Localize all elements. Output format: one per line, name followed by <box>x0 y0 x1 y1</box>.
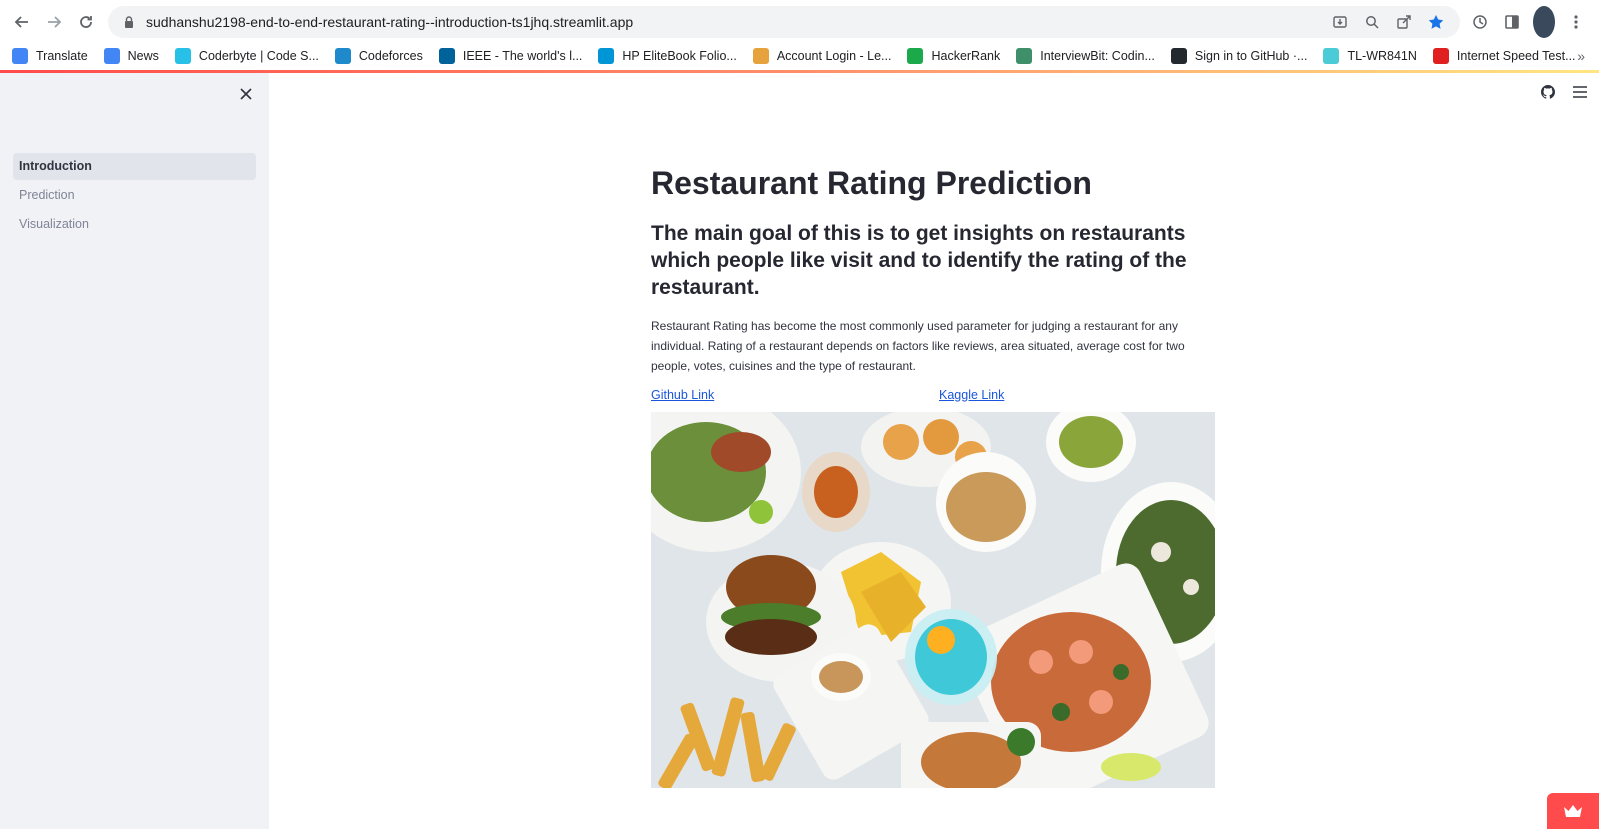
bookmark-label: Coderbyte | Code S... <box>198 49 319 63</box>
bookmark-item[interactable]: Translate <box>12 48 88 64</box>
zoom-icon[interactable] <box>1360 10 1384 34</box>
avatar[interactable] <box>1533 6 1555 38</box>
bookmark-label: Sign in to GitHub ·... <box>1194 49 1308 63</box>
back-arrow-icon[interactable] <box>6 6 38 38</box>
bookmark-item[interactable]: Account Login - Le... <box>752 48 892 64</box>
bookmark-item[interactable]: HP EliteBook Folio... <box>598 48 737 64</box>
bookmark-label: News <box>127 49 159 63</box>
bookmark-label: InterviewBit: Codin... <box>1040 49 1155 63</box>
sidebar: Introduction Prediction Visualization <box>0 73 269 829</box>
bookmark-item[interactable]: HackerRank <box>907 48 1000 64</box>
install-icon[interactable] <box>1328 10 1352 34</box>
bookmark-item[interactable]: News <box>103 48 159 64</box>
bookmark-item[interactable]: Coderbyte | Code S... <box>174 48 319 64</box>
sidebar-nav: Introduction Prediction Visualization <box>13 153 256 240</box>
forward-arrow-icon[interactable] <box>38 6 70 38</box>
bookmark-label: Internet Speed Test... <box>1456 49 1576 63</box>
bookmarks-bar: Translate News Coderbyte | Code S... Codefo… <box>0 42 1599 70</box>
bookmark-item[interactable]: IEEE - The world's l... <box>438 48 583 64</box>
bookmark-item[interactable]: Sign in to GitHub ·... <box>1170 48 1308 64</box>
bookmark-item[interactable]: InterviewBit: Codin... <box>1016 48 1155 64</box>
browser-toolbar: sudhanshu2198-end-to-end-restaurant-rati… <box>0 0 1599 44</box>
main-content: Restaurant Rating Prediction The main go… <box>269 73 1599 829</box>
bookmark-label: IEEE - The world's l... <box>462 49 583 63</box>
page-title: Restaurant Rating Prediction <box>651 165 1092 201</box>
bookmark-favicon-icon <box>334 48 351 64</box>
github-link[interactable]: Github Link <box>651 388 939 402</box>
share-icon[interactable] <box>1392 10 1416 34</box>
bookmark-label: TL-WR841N <box>1347 49 1417 63</box>
bookmark-favicon-icon <box>1323 48 1340 64</box>
bookmark-item[interactable]: Internet Speed Test... <box>1432 48 1576 64</box>
links-row: Github Link Kaggle Link <box>651 388 1216 402</box>
bookmark-item[interactable]: TL-WR841N <box>1323 48 1417 64</box>
bookmark-label: HackerRank <box>931 49 1001 63</box>
bookmark-label: Translate <box>36 49 88 63</box>
food-hero-image <box>651 411 1215 788</box>
kaggle-link[interactable]: Kaggle Link <box>939 388 1004 402</box>
github-icon[interactable] <box>1539 83 1557 101</box>
more-vert-icon[interactable] <box>1565 6 1587 38</box>
streamlit-crown-icon[interactable] <box>1547 793 1599 829</box>
bookmark-label: HP EliteBook Folio... <box>622 49 737 63</box>
bookmark-favicon-icon <box>1016 48 1033 64</box>
bookmark-star-icon[interactable] <box>1424 10 1448 34</box>
page-description: Restaurant Rating has become the most co… <box>651 318 1185 373</box>
bookmark-favicon-icon <box>752 48 769 64</box>
bookmark-favicon-icon <box>1170 48 1187 64</box>
bookmarks-overflow-icon[interactable]: » <box>1577 48 1585 64</box>
bookmark-label: Codeforces <box>358 49 423 63</box>
bookmark-item[interactable]: Codeforces <box>334 48 423 64</box>
bookmark-favicon-icon <box>907 48 924 64</box>
address-bar[interactable]: sudhanshu2198-end-to-end-restaurant-rati… <box>108 6 1460 38</box>
extensions-icon[interactable] <box>1469 6 1491 38</box>
bookmark-favicon-icon <box>1432 48 1449 64</box>
sidebar-item-prediction[interactable]: Prediction <box>13 182 256 209</box>
bookmark-favicon-icon <box>438 48 455 64</box>
page-subtitle: The main goal of this is to get insights… <box>651 222 1187 299</box>
bookmark-label: Account Login - Le... <box>776 49 892 63</box>
sidebar-item-introduction[interactable]: Introduction <box>13 153 256 180</box>
sidebar-item-visualization[interactable]: Visualization <box>13 211 256 238</box>
lock-icon <box>125 16 133 28</box>
hamburger-menu-icon[interactable] <box>1571 83 1589 101</box>
bookmark-favicon-icon <box>598 48 615 64</box>
bookmark-favicon-icon <box>174 48 191 64</box>
side-panel-icon[interactable] <box>1501 6 1523 38</box>
bookmark-favicon-icon <box>103 48 120 64</box>
close-sidebar-icon[interactable] <box>240 83 252 106</box>
reload-icon[interactable] <box>70 6 102 38</box>
url-text: sudhanshu2198-end-to-end-restaurant-rati… <box>146 14 634 30</box>
page-body: Restaurant Rating Prediction The main go… <box>651 163 1216 788</box>
bookmark-favicon-icon <box>12 48 28 64</box>
